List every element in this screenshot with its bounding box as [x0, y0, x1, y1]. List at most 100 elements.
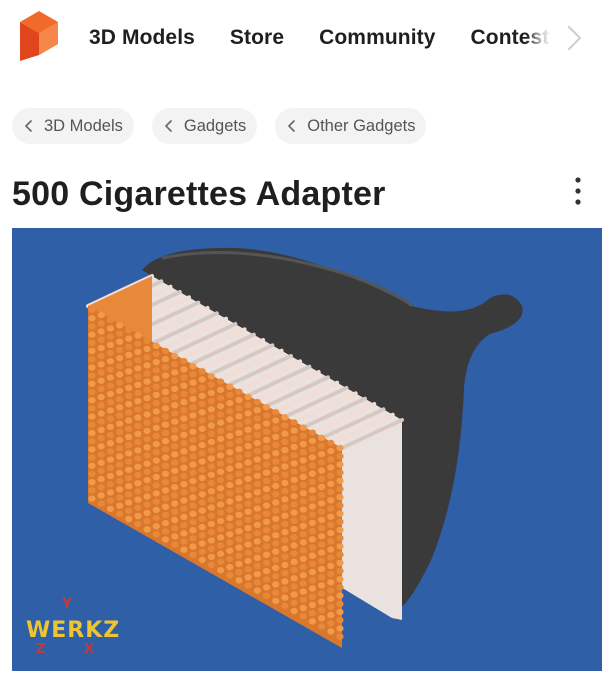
cigarette-filter-end — [308, 478, 316, 486]
cigarette-filter-end — [134, 447, 142, 454]
cigarette-filter-end — [290, 550, 298, 557]
cigarette-filter-end — [161, 372, 170, 379]
cigarette-filter-end — [189, 494, 197, 501]
cigarette-filter-end — [244, 524, 252, 532]
nav-link-store[interactable]: Store — [230, 26, 284, 50]
breadcrumb-3d-models[interactable]: 3D Models — [12, 108, 134, 144]
nav-link-community[interactable]: Community — [319, 26, 435, 50]
cigarette-filter-end — [327, 464, 335, 471]
cigarette-filter-end — [299, 563, 307, 571]
cigarette-filter-end — [97, 410, 105, 417]
cigarette-filter-end — [180, 546, 188, 553]
cigarette-filter-end — [134, 406, 142, 413]
cigarette-filter-end — [207, 488, 215, 495]
cigarette-filter-end — [207, 463, 215, 470]
cigarette-filter-end — [152, 465, 160, 472]
cigarette-filter-end — [244, 434, 252, 442]
cigarette-filter-end — [272, 441, 280, 449]
svg-text:Z: Z — [36, 642, 45, 657]
cigarette-filter-end — [299, 481, 307, 489]
cigarette-filter-end — [198, 441, 206, 449]
cigarette-adapter-render: Y Z X — [36, 247, 523, 657]
cigarette-filter-end — [308, 544, 316, 551]
cigarette-filter-end — [134, 521, 142, 528]
cigarette-filter-end — [116, 461, 124, 468]
cigarette-filter-end — [290, 591, 298, 598]
cigarette-filter-end — [226, 506, 234, 513]
cigarette-filter-end — [116, 494, 124, 501]
cigarette-filter-end — [106, 382, 114, 389]
cigarette-filter-end — [308, 462, 316, 469]
cigarette-filter-end — [308, 486, 316, 494]
cigarette-filter-end — [97, 500, 105, 507]
cigarette-filter-end — [217, 567, 225, 574]
cigarette-filter-end — [152, 449, 160, 456]
cigarette-filter-end — [253, 513, 261, 520]
cigarette-filter-end — [134, 463, 142, 470]
cigarette-filter-end — [161, 528, 170, 535]
cigarette-filter-end — [189, 395, 197, 403]
cigarette-filter-end — [125, 360, 133, 367]
cigarette-filter-end — [308, 511, 316, 518]
cigarette-filter-end — [207, 389, 215, 396]
cigarette-filter-end — [116, 420, 124, 427]
cigarette-filter-end — [161, 388, 170, 396]
cigarette-filter-end — [134, 373, 142, 380]
cigarette-filter-end — [152, 350, 160, 358]
cigarette-filter-end — [97, 361, 105, 368]
cigarette-filter-end — [327, 546, 335, 553]
cigarette-filter-end — [106, 431, 114, 439]
cigarette-filter-end — [125, 499, 133, 506]
cigarette-filter-end — [281, 487, 289, 495]
cigarette-filter-end — [189, 510, 197, 517]
cigarette-filter-end — [125, 409, 133, 416]
cigarette-filter-end — [97, 311, 105, 319]
cigarette-filter-end — [290, 575, 298, 582]
cigarette-filter-end — [180, 439, 188, 447]
cigarette-filter-end — [272, 499, 280, 506]
cigarette-filter-end — [134, 381, 142, 388]
cigarette-filter-end — [253, 431, 261, 438]
cigarette-filter-end — [299, 604, 307, 612]
cigarette-filter-end — [88, 339, 96, 346]
model-image[interactable]: Y Z X WERKZ — [12, 228, 602, 671]
cigarette-filter-end — [336, 461, 344, 468]
cigarette-filter-end — [290, 452, 298, 459]
cigarette-filter-end — [299, 440, 307, 448]
cigarette-filter-end — [134, 422, 142, 429]
site-logo-icon[interactable] — [20, 11, 58, 61]
cigarette-filter-end — [327, 521, 335, 529]
cigarette-filter-end — [143, 485, 151, 492]
cigarette-filter-end — [198, 548, 206, 555]
cigarette-filter-end — [217, 403, 225, 410]
cigarette-filter-end — [299, 580, 307, 587]
cigarette-filter-end — [235, 421, 243, 428]
chevron-right-icon[interactable] — [562, 22, 586, 54]
cigarette-filter-end — [198, 532, 206, 539]
cigarette-filter-end — [281, 512, 289, 519]
cigarette-filter-end — [308, 552, 316, 559]
cigarette-filter-end — [97, 475, 105, 483]
cigarette-filter-end — [171, 500, 179, 507]
cigarette-filter-end — [272, 523, 280, 531]
cigarette-filter-end — [336, 567, 344, 575]
cigarette-filter-end — [299, 506, 307, 513]
cigarette-filter-end — [299, 498, 307, 505]
cigarette-filter-end — [272, 573, 280, 580]
breadcrumb-gadgets[interactable]: Gadgets — [151, 108, 258, 144]
more-options-icon[interactable] — [568, 175, 588, 207]
breadcrumb-other-gadgets[interactable]: Other Gadgets — [275, 108, 427, 144]
cigarette-filter-end — [281, 569, 289, 577]
cigarette-filter-end — [207, 561, 215, 569]
nav-link-3d-models[interactable]: 3D Models — [89, 26, 195, 50]
cigarette-filter-end — [116, 436, 124, 444]
cigarette-filter-end — [318, 516, 326, 523]
cigarette-filter-end — [336, 600, 344, 607]
cigarette-filter-end — [336, 576, 344, 583]
cigarette-filter-end — [272, 515, 280, 522]
cigarette-filter-end — [171, 516, 179, 524]
cigarette-filter-end — [125, 442, 133, 449]
cigarette-filter-end — [272, 532, 280, 539]
cigarette-filter-end — [134, 512, 142, 520]
cigarette-filter-end — [217, 460, 225, 467]
